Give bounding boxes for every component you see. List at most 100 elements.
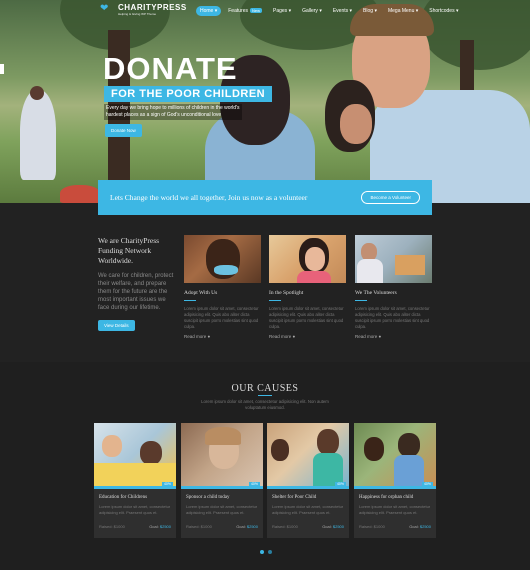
- feature-image[interactable]: [184, 235, 261, 283]
- cause-funding: Raised: $1000 Goal: $2500: [359, 524, 431, 529]
- cause-card[interactable]: 40% Education for Childrens Lorem ipsum …: [94, 423, 176, 538]
- donate-now-button[interactable]: Donate Now: [105, 124, 142, 137]
- feature-image[interactable]: [355, 235, 432, 283]
- cause-card[interactable]: 40% Shelter for Poor Child Lorem ipsum d…: [267, 423, 349, 538]
- heart-hands-icon: ❤: [100, 3, 109, 14]
- view-details-button[interactable]: View Details: [98, 320, 135, 331]
- read-more-label: Read more: [184, 334, 207, 339]
- nav-home[interactable]: Home ▾: [196, 6, 222, 16]
- logo-name: CHARITYPRESS: [118, 3, 187, 12]
- nav-label: Events: [332, 8, 349, 14]
- raised-amount: Raised: $1000: [186, 524, 212, 529]
- about-title: We are CharityPress Funding Network Worl…: [98, 236, 160, 265]
- read-more-label: Read more: [269, 334, 292, 339]
- progress-badge: 40%: [421, 482, 433, 486]
- cause-text: Lorem ipsum dolor sit amet, consectetur …: [186, 504, 258, 515]
- nav-gallery[interactable]: Gallery ▾: [298, 6, 326, 16]
- goal-label: Goal:: [409, 524, 419, 529]
- cause-card[interactable]: 40% Happiness for orphan child Lorem ips…: [354, 423, 436, 538]
- feature-text: Lorem ipsum dolor sit amet, consectetur …: [355, 306, 430, 329]
- nav-label: Blog: [363, 8, 374, 14]
- goal-value: $2500: [332, 524, 344, 529]
- pagination-dot[interactable]: [268, 550, 272, 554]
- read-more-link[interactable]: Read more ●: [355, 334, 432, 339]
- new-badge: New: [249, 8, 262, 13]
- volunteer-banner: Lets Change the world we all together, J…: [98, 180, 432, 215]
- raised-amount: Raised: $1000: [99, 524, 125, 529]
- cause-title: Happiness for orphan child: [359, 495, 414, 500]
- title-underline: [269, 300, 281, 301]
- causes-title: OUR CAUSES: [231, 383, 299, 394]
- arrow-circle-icon: ●: [292, 334, 296, 339]
- nav-shortcodes[interactable]: Shortcodes ▾: [425, 6, 462, 16]
- feature-column: In the Spotlight Lorem ipsum dolor sit a…: [269, 235, 346, 339]
- goal-value: $2500: [419, 524, 431, 529]
- nav-label: Home: [200, 8, 214, 14]
- main-menu: Home ▾ Features New Pages ▾ Gallery ▾ Eve…: [196, 6, 462, 16]
- become-volunteer-button[interactable]: Become a Volunteer: [361, 191, 420, 204]
- about-text: We care for children, protect their welf…: [98, 273, 174, 311]
- cause-progress-bar: [354, 486, 436, 489]
- goal-amount: Goal: $2500: [236, 524, 258, 529]
- cause-funding: Raised: $1000 Goal: $2500: [272, 524, 344, 529]
- hero-subtitle: FOR THE POOR CHILDREN: [104, 86, 273, 102]
- nav-label: Shortcodes: [429, 8, 455, 14]
- causes-description: Lorem ipsum dolor sit amet, consectetur …: [201, 399, 329, 410]
- read-more-link[interactable]: Read more ●: [184, 334, 261, 339]
- progress-badge: 40%: [161, 482, 173, 486]
- progress-badge: 40%: [248, 482, 260, 486]
- cause-text: Lorem ipsum dolor sit amet, consectetur …: [99, 504, 171, 515]
- background-person-head: [30, 86, 44, 100]
- hero-description: Every day we bring hope to millions of c…: [104, 104, 242, 120]
- feature-column: We The Volunteers Lorem ipsum dolor sit …: [355, 235, 432, 339]
- title-underline: [184, 300, 196, 301]
- goal-value: $2500: [246, 524, 258, 529]
- cause-funding: Raised: $1000 Goal: $2500: [186, 524, 258, 529]
- causes-title-underline: [258, 395, 272, 396]
- volunteer-text: Lets Change the world we all together, J…: [110, 193, 308, 202]
- goal-amount: Goal: $2500: [322, 524, 344, 529]
- cause-card[interactable]: 40% Sponsor a child today Lorem ipsum do…: [181, 423, 263, 538]
- nav-pages[interactable]: Pages ▾: [269, 6, 295, 16]
- title-underline: [355, 300, 367, 301]
- hero-child-face: [340, 104, 372, 144]
- nav-features[interactable]: Features New: [224, 6, 266, 16]
- slider-prev-arrow[interactable]: [0, 64, 4, 74]
- site-logo[interactable]: ❤ CHARITYPRESS Helping & Giving WP Theme: [100, 3, 187, 17]
- arrow-circle-icon: ●: [378, 334, 382, 339]
- nav-label: Pages: [273, 8, 288, 14]
- progress-badge: 40%: [334, 482, 346, 486]
- logo-tagline: Helping & Giving WP Theme: [118, 12, 157, 16]
- cause-image: [94, 423, 176, 486]
- about-section: We are CharityPress Funding Network Worl…: [98, 236, 178, 332]
- background-person: [20, 90, 56, 180]
- cause-title: Shelter for Poor Child: [272, 495, 317, 500]
- goal-amount: Goal: $2500: [149, 524, 171, 529]
- cause-title: Education for Childrens: [99, 495, 148, 500]
- carousel-pagination: [260, 550, 272, 554]
- nav-mega-menu[interactable]: Mega Menu ▾: [384, 6, 422, 16]
- nav-label: Gallery: [302, 8, 318, 14]
- read-more-link[interactable]: Read more ●: [269, 334, 346, 339]
- hero-banner: ❤ CHARITYPRESS Helping & Giving WP Theme…: [0, 0, 530, 203]
- nav-events[interactable]: Events ▾: [329, 6, 356, 16]
- cause-progress-bar: [181, 486, 263, 489]
- pagination-dot[interactable]: [260, 550, 264, 554]
- arrow-circle-icon: ●: [207, 334, 211, 339]
- nav-label: Features: [228, 8, 248, 14]
- cause-funding: Raised: $1000 Goal: $2500: [99, 524, 171, 529]
- cause-image: [181, 423, 263, 486]
- cause-progress-bar: [94, 486, 176, 489]
- feature-text: Lorem ipsum dolor sit amet, consectetur …: [184, 306, 259, 329]
- cause-image: [267, 423, 349, 486]
- cause-progress-bar: [267, 486, 349, 489]
- goal-label: Goal:: [322, 524, 332, 529]
- goal-value: $2500: [159, 524, 171, 529]
- nav-label: Mega Menu: [387, 8, 415, 14]
- read-more-label: Read more: [355, 334, 378, 339]
- feature-image[interactable]: [269, 235, 346, 283]
- nav-blog[interactable]: Blog ▾: [359, 6, 381, 16]
- goal-amount: Goal: $2500: [409, 524, 431, 529]
- cause-title: Sponsor a child today: [186, 495, 230, 500]
- raised-amount: Raised: $1000: [359, 524, 385, 529]
